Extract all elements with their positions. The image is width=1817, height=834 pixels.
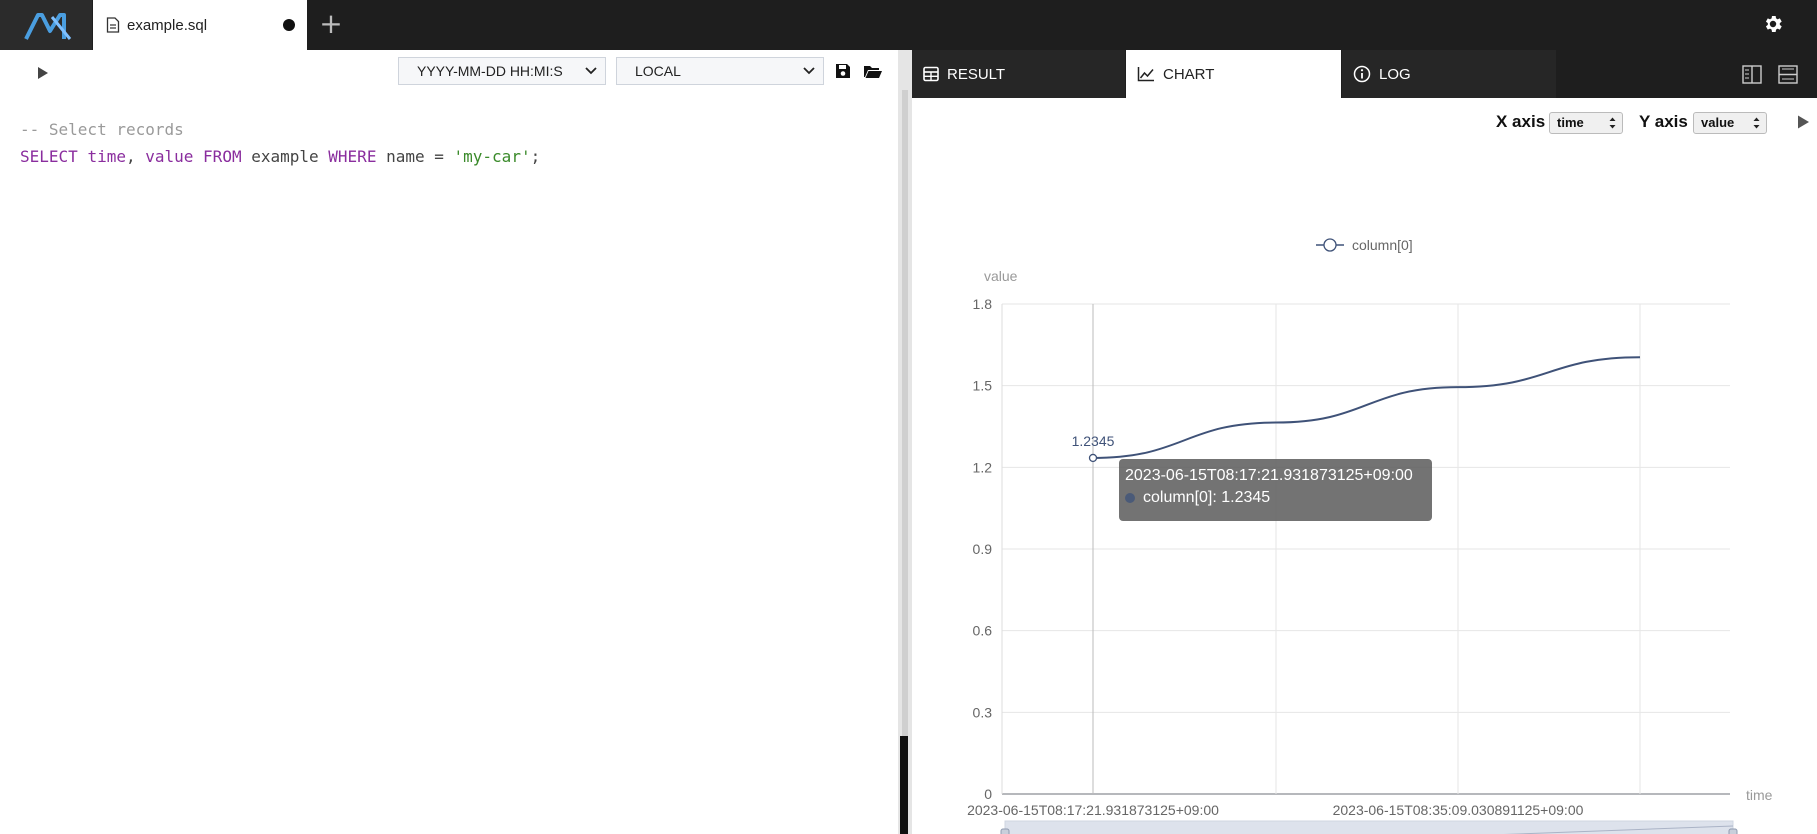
result-pane: RESULT CHART LOG X axis time Y axis valu… <box>912 50 1817 834</box>
code-token: 'my-car' <box>453 147 531 166</box>
y-tick-label: 1.5 <box>973 378 993 394</box>
timezone-value: LOCAL <box>635 63 681 79</box>
result-tab-bar: RESULT CHART LOG <box>912 50 1817 98</box>
code-token: ; <box>530 147 541 166</box>
tab-log[interactable]: LOG <box>1342 50 1556 98</box>
tab-result-label: RESULT <box>947 65 1006 83</box>
y-tick-label: 0 <box>984 786 992 802</box>
pane-divider[interactable] <box>900 736 908 834</box>
tooltip-entry: column[0]: 1.2345 <box>1143 489 1271 506</box>
split-vertical-icon[interactable] <box>1742 65 1762 84</box>
run-query-icon[interactable] <box>36 65 50 81</box>
code-line: SELECT time, value FROM example WHERE na… <box>20 143 540 170</box>
series-line <box>1092 356 1641 459</box>
code-token: FROM <box>203 147 242 166</box>
chart-tooltip: 2023-06-15T08:17:21.931873125+09:00 colu… <box>1119 459 1432 521</box>
code-token: SELECT <box>20 147 78 166</box>
y-tick-label: 1.2 <box>973 459 993 475</box>
data-point <box>1088 453 1098 463</box>
y-tick-label: 0.6 <box>973 623 993 639</box>
code-token: , <box>125 147 146 166</box>
code-token: WHERE <box>328 147 377 166</box>
code-token: example <box>241 147 329 166</box>
zoom-handle <box>1728 828 1738 834</box>
tab-result[interactable]: RESULT <box>912 50 1125 98</box>
open-folder-icon[interactable] <box>863 63 883 79</box>
legend-label: column[0] <box>1352 237 1413 253</box>
gear-icon[interactable] <box>1762 13 1784 35</box>
x-tick-label: 2023-06-15T08:17:21.931873125+09:00 <box>967 802 1219 818</box>
tab-chart-label: CHART <box>1163 65 1215 83</box>
tooltip-row: column[0]: 1.2345 <box>1125 489 1426 507</box>
x-axis-title: time <box>1746 787 1773 803</box>
y-tick-label: 0.9 <box>973 541 993 557</box>
document-icon <box>106 17 120 33</box>
y-tick-label: 1.8 <box>973 296 993 312</box>
tab-log-label: LOG <box>1379 65 1411 83</box>
timezone-select[interactable]: LOCAL <box>616 57 824 85</box>
time-format-value: YYYY-MM-DD HH:MI:S <box>417 63 563 79</box>
time-format-select[interactable]: YYYY-MM-DD HH:MI:S <box>398 57 606 85</box>
x-tick-label: 2023-06-15T08:35:09.030891125+09:00 <box>1333 802 1584 818</box>
editor-scrollbar[interactable] <box>898 50 912 834</box>
unsaved-indicator-icon[interactable] <box>283 19 295 31</box>
legend-marker <box>1323 238 1337 252</box>
code-token: name = <box>376 147 454 166</box>
zoom-handle <box>1000 828 1010 834</box>
chevron-down-icon <box>585 67 597 75</box>
tab-chart[interactable]: CHART <box>1126 50 1341 98</box>
data-label: 1.2345 <box>1072 433 1115 449</box>
code-token: value <box>145 147 194 166</box>
app-logo[interactable] <box>0 0 92 50</box>
code-comment: -- Select records <box>20 120 184 139</box>
logo-icon <box>24 13 72 40</box>
top-bar: example.sql + <box>0 0 1817 50</box>
editor-tab[interactable]: example.sql <box>93 0 307 50</box>
chevron-down-icon <box>803 67 815 75</box>
tooltip-series-swatch <box>1125 493 1135 503</box>
sql-editor-pane: YYYY-MM-DD HH:MI:S LOCAL -- Select recor… <box>0 50 900 834</box>
tab-filename: example.sql <box>127 16 208 34</box>
scrollbar-thumb[interactable] <box>902 90 908 736</box>
add-tab-button[interactable]: + <box>318 10 344 40</box>
tooltip-time: 2023-06-15T08:17:21.931873125+09:00 <box>1125 467 1413 484</box>
y-axis-title: value <box>984 268 1018 284</box>
save-icon[interactable] <box>835 63 851 79</box>
zoom-slider-track <box>1004 820 1734 834</box>
split-horizontal-icon[interactable] <box>1778 65 1798 84</box>
table-icon <box>923 66 939 82</box>
y-tick-label: 0.3 <box>973 704 993 720</box>
code-token: time <box>87 147 126 166</box>
sql-code[interactable]: -- Select records SELECT time, value FROM… <box>20 116 540 170</box>
line-chart-icon <box>1137 67 1154 82</box>
info-icon <box>1353 65 1371 83</box>
